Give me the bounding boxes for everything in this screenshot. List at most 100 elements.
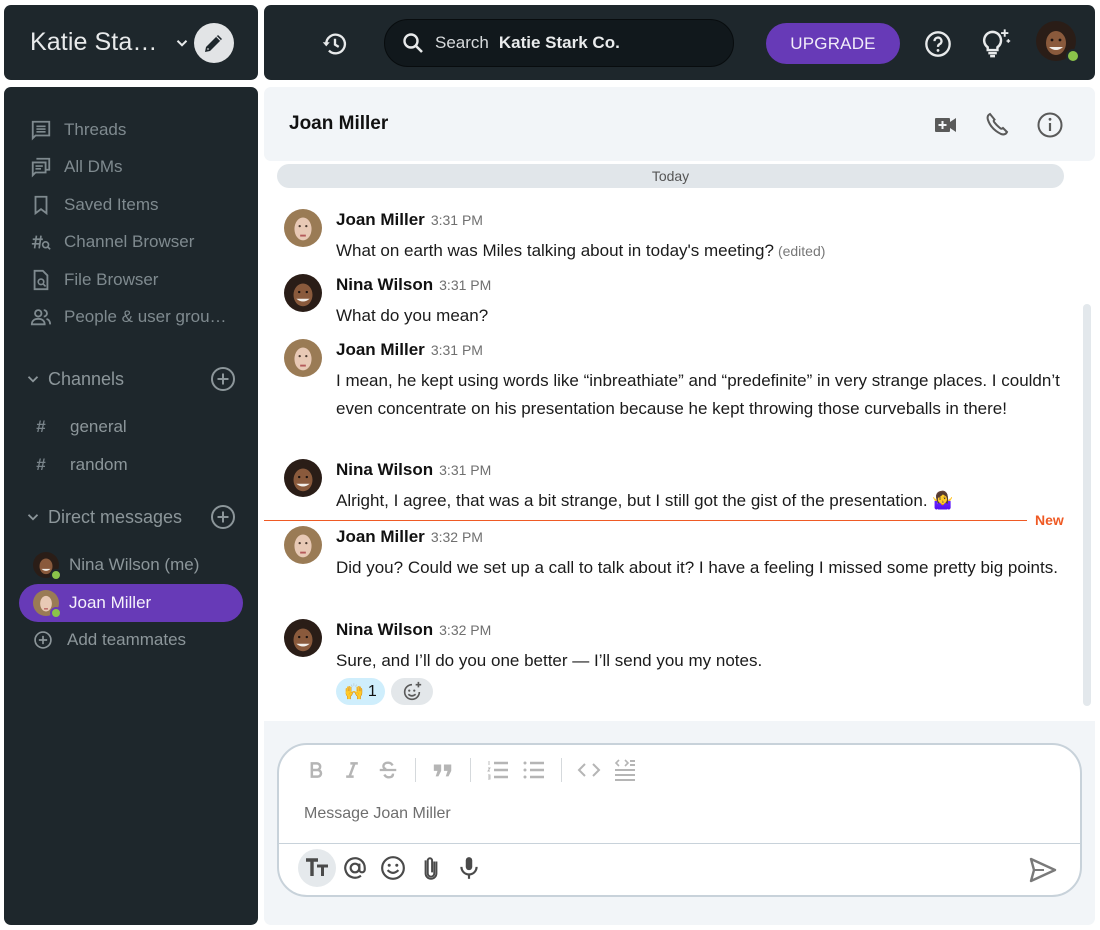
sidebar-item-label: Saved Items <box>64 195 159 214</box>
message-input[interactable]: Message Joan Miller <box>304 805 451 823</box>
sidebar-item-channel-browser[interactable]: Channel Browser <box>30 227 194 257</box>
message-author[interactable]: Joan Miller <box>336 527 425 547</box>
reactions: 🙌 1 <box>336 678 433 705</box>
hash-icon: # <box>36 417 46 436</box>
add-channel-icon[interactable] <box>210 366 236 392</box>
sidebar: Threads All DMs Saved Items Channel Brow… <box>4 87 258 925</box>
bookmark-icon <box>34 195 48 216</box>
joan-miller-avatar[interactable] <box>284 526 322 564</box>
video-call-icon[interactable] <box>932 111 960 139</box>
channels-section-header[interactable]: Channels <box>24 363 236 395</box>
chevron-down-icon[interactable] <box>24 370 42 388</box>
formatting-toggle-button[interactable] <box>298 849 336 887</box>
attach-button[interactable] <box>412 849 450 887</box>
sidebar-item-label: People & user grou… <box>64 307 227 326</box>
chevron-down-icon[interactable] <box>24 508 42 526</box>
chat-header: Joan Miller <box>264 87 1095 161</box>
add-dm-icon[interactable] <box>210 504 236 530</box>
bulleted-list-button[interactable] <box>521 757 547 783</box>
sidebar-item-label: Threads <box>64 120 127 139</box>
message-body: What do you mean? <box>336 306 489 325</box>
paperclip-icon <box>424 857 438 880</box>
at-sign-icon <box>344 857 366 879</box>
dm-item-nina-wilson[interactable]: Nina Wilson (me) <box>19 546 243 584</box>
joan-miller-avatar[interactable] <box>284 209 322 247</box>
dms-section-header[interactable]: Direct messages <box>24 501 236 533</box>
user-avatar[interactable] <box>1036 21 1080 63</box>
add-reaction-button[interactable] <box>390 678 433 705</box>
upgrade-button[interactable]: UPGRADE <box>766 23 900 64</box>
edited-label: (edited) <box>777 243 826 259</box>
message-body: Alright, I agree, that was a bit strange… <box>336 491 954 510</box>
sidebar-item-label: File Browser <box>64 270 159 289</box>
mention-button[interactable] <box>336 849 374 887</box>
emoji-button[interactable] <box>374 849 412 887</box>
chevron-down-icon[interactable] <box>173 34 191 52</box>
add-teammates-label: Add teammates <box>67 630 187 649</box>
all-dms-icon <box>31 157 51 178</box>
sidebar-item-label: Channel Browser <box>64 232 195 251</box>
send-icon[interactable] <box>1028 855 1058 885</box>
message-author[interactable]: Nina Wilson <box>336 460 433 480</box>
scrollbar[interactable] <box>1083 304 1091 706</box>
message-author[interactable]: Joan Miller <box>336 210 425 230</box>
bold-button[interactable] <box>303 757 329 783</box>
message-body: I mean, he kept using words like “inbrea… <box>336 371 1060 418</box>
reaction-count: 1 <box>367 682 377 700</box>
code-button[interactable] <box>576 757 602 783</box>
search-scope: Katie Stark Co. <box>498 33 620 52</box>
workspace-name[interactable]: Katie Sta… <box>30 28 157 57</box>
message-body: What on earth was Miles talking about in… <box>336 237 1066 265</box>
dm-item-joan-miller[interactable]: Joan Miller <box>19 584 243 622</box>
sidebar-item-file-browser[interactable]: File Browser <box>30 265 158 295</box>
sidebar-item-saved-items[interactable]: Saved Items <box>30 190 159 220</box>
formatting-toolbar <box>303 757 648 783</box>
strikethrough-icon <box>379 761 397 779</box>
reaction-raised-hands[interactable]: 🙌 1 <box>336 678 385 705</box>
sidebar-item-label: All DMs <box>64 157 123 176</box>
sidebar-item-people[interactable]: People & user grou… <box>30 302 227 332</box>
nina-wilson-avatar[interactable] <box>284 459 322 497</box>
add-teammates-button[interactable]: Add teammates <box>33 625 186 655</box>
channel-browser-icon <box>31 235 51 250</box>
threads-icon <box>31 120 51 141</box>
message-body: Sure, and I’ll do you one better — I’ll … <box>336 651 763 670</box>
message-body: Did you? Could we set up a call to talk … <box>336 558 1058 577</box>
workspace-switcher[interactable]: Katie Sta… <box>4 5 258 80</box>
info-icon[interactable] <box>1036 111 1064 139</box>
strikethrough-button[interactable] <box>375 757 401 783</box>
sidebar-item-all-dms[interactable]: All DMs <box>30 152 123 182</box>
message-time: 3:31 PM <box>439 462 492 478</box>
voice-message-button[interactable] <box>450 849 488 887</box>
channels-label: Channels <box>48 368 125 389</box>
compose-button[interactable] <box>194 22 234 63</box>
quote-icon <box>433 764 452 777</box>
message-author[interactable]: Joan Miller <box>336 340 425 360</box>
nina-wilson-avatar[interactable] <box>284 274 322 312</box>
joan-miller-avatar[interactable] <box>284 339 322 377</box>
channel-item-general[interactable]: # general <box>36 412 127 442</box>
pencil-icon <box>205 34 222 52</box>
channel-item-random[interactable]: # random <box>36 450 128 480</box>
phone-icon[interactable] <box>984 111 1012 139</box>
quote-button[interactable] <box>430 757 456 783</box>
history-icon[interactable] <box>321 30 349 58</box>
italic-button[interactable] <box>339 757 365 783</box>
raised-hands-emoji: 🙌 <box>344 683 364 701</box>
message-author[interactable]: Nina Wilson <box>336 620 433 640</box>
message-author[interactable]: Nina Wilson <box>336 275 433 295</box>
numbered-list-button[interactable] <box>485 757 511 783</box>
nina-wilson-avatar[interactable] <box>284 619 322 657</box>
help-icon[interactable] <box>924 30 952 58</box>
lightbulb-icon[interactable] <box>978 27 1012 61</box>
microphone-icon <box>460 857 478 879</box>
message-time: 3:31 PM <box>430 212 483 228</box>
message-composer[interactable]: Message Joan Miller <box>277 743 1082 897</box>
online-status-dot <box>50 607 62 619</box>
sidebar-item-threads[interactable]: Threads <box>30 115 126 145</box>
bulleted-list-icon <box>523 761 544 779</box>
search-input[interactable]: Search Katie Stark Co. <box>384 19 734 67</box>
toolbar-divider <box>470 758 471 782</box>
code-block-button[interactable] <box>612 757 638 783</box>
text-format-icon <box>306 858 328 876</box>
